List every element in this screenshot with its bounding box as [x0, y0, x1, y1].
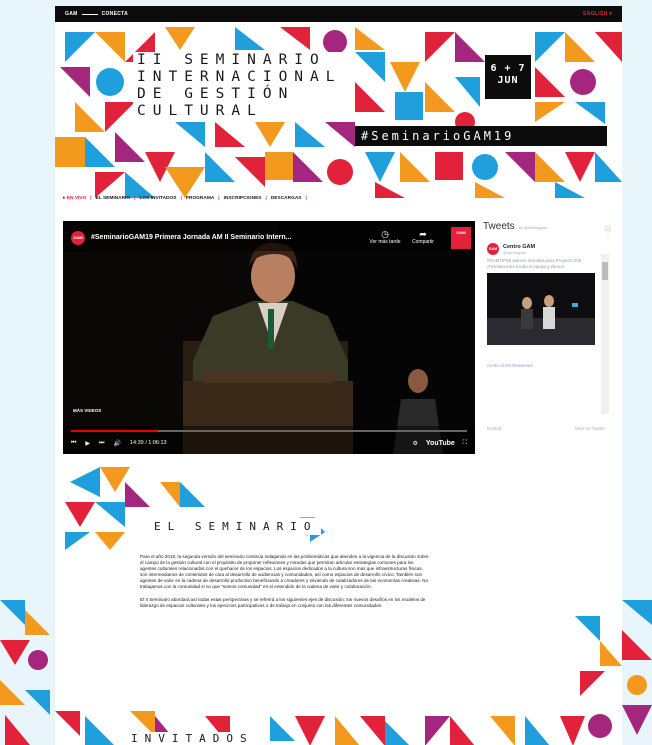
- nav-separator: |: [134, 196, 136, 201]
- bottom-pattern: [55, 616, 622, 745]
- nav-separator: |: [218, 196, 220, 201]
- nav-item-descargas[interactable]: DESCARGAS: [271, 196, 302, 201]
- retweet-label: Centro GAM Retweeted: [487, 363, 533, 368]
- fullscreen-icon[interactable]: ⛶: [463, 440, 467, 447]
- date-month: JUN: [497, 75, 519, 86]
- nav-item-los-invitados[interactable]: LOS INVITADOS: [139, 196, 176, 201]
- title-line-4: CULTURAL: [137, 103, 263, 119]
- tweet-user-handle: @centrogam: [503, 249, 526, 255]
- video-player[interactable]: GAM #SeminarioGAM19 Primera Jornada AM I…: [63, 221, 475, 454]
- nav-item-en-vivo[interactable]: ▸ EN VIVO: [63, 196, 86, 201]
- sponsor-text: GAM: [456, 230, 466, 235]
- date-days: 6 + 7: [490, 63, 526, 74]
- scroll-thumb[interactable]: [602, 262, 608, 280]
- nav-item-el-seminario[interactable]: EL SEMINARIO: [96, 196, 131, 201]
- tweet-text: #GAMTIPS5 autores invitados para Proyect…: [487, 258, 583, 269]
- youtube-logo[interactable]: YouTube: [426, 440, 455, 447]
- gam-conecta-link[interactable]: GAM CONECTA: [65, 11, 128, 17]
- more-videos-label[interactable]: MÁS VIDEOS: [73, 408, 101, 413]
- settings-icon[interactable]: ⚙: [413, 440, 418, 447]
- title-line-1: II SEMINARIO: [137, 52, 326, 68]
- seminario-heading: EL SEMINARIO: [150, 518, 322, 535]
- video-title[interactable]: #SeminarioGAM19 Primera Jornada AM II Se…: [91, 234, 291, 241]
- nav-label: EN VIVO: [66, 196, 87, 201]
- left-margin-pattern: [0, 600, 50, 745]
- share-icon: ➦: [419, 229, 427, 239]
- channel-logo[interactable]: GAM: [71, 231, 85, 245]
- invitados-heading: INVITADOS: [125, 732, 260, 745]
- seminar-title: II SEMINARIO INTERNACIONAL DE GESTIÓN CU…: [133, 52, 348, 120]
- next-icon[interactable]: ⏭: [99, 440, 104, 447]
- right-margin-pattern: [622, 600, 652, 735]
- seminario-pattern: [65, 467, 325, 550]
- tweets-by[interactable]: by @centrogam: [519, 225, 547, 230]
- title-line-2: INTERNACIONAL: [137, 69, 342, 85]
- view-on-twitter-link[interactable]: View on Twitter: [575, 426, 605, 431]
- video-frame: [63, 221, 475, 454]
- share-button[interactable]: ➦ Compartir: [406, 229, 440, 245]
- tweets-header: Tweets by @centrogam: [483, 221, 617, 232]
- clock-icon: ◷: [381, 229, 389, 239]
- nav-item-programa[interactable]: PROGRAMA: [186, 196, 215, 201]
- share-label: Compartir: [412, 239, 434, 245]
- language-switch[interactable]: ENGLISH ▾: [583, 11, 612, 17]
- time-display: 14:39 / 1:06:13: [129, 440, 167, 446]
- paragraph-1: Para el año 2019, la segunda versión del…: [140, 554, 429, 590]
- date-badge: 6 + 7 JUN: [485, 55, 531, 99]
- banner: II SEMINARIO INTERNACIONAL DE GESTIÓN CU…: [55, 22, 622, 198]
- tweets-footer: Embed View on Twitter: [487, 426, 605, 431]
- tweet-user-name: Centro GAM: [503, 243, 536, 250]
- tweet-photo: [487, 273, 595, 345]
- watch-later-button[interactable]: ◷ Ver más tarde: [368, 229, 402, 245]
- tweet-image[interactable]: [487, 273, 595, 345]
- brand-left: GAM: [65, 11, 78, 17]
- play-icon[interactable]: ▶: [85, 440, 90, 447]
- player-controls: ⏮ ▶ ⏭ 🔊 14:39 / 1:06:13 ⚙ YouTube ⛶: [71, 436, 467, 450]
- nav-separator: |: [90, 196, 92, 201]
- tweets-title: Tweets: [483, 221, 515, 232]
- tweets-scrollbar[interactable]: [601, 254, 609, 414]
- brand-right: CONECTA: [101, 11, 129, 17]
- nav-separator: |: [180, 196, 182, 201]
- top-bar: GAM CONECTA ENGLISH ▾: [55, 6, 622, 22]
- progress-bar[interactable]: [71, 430, 467, 432]
- avatar: GAM: [487, 243, 499, 255]
- language-label: ENGLISH: [583, 11, 608, 17]
- hashtag: #SeminarioGAM19: [355, 126, 607, 146]
- twitter-widget: Tweets by @centrogam ⓘ GAM Centro GAM @c…: [483, 221, 617, 421]
- volume-icon[interactable]: 🔊: [113, 440, 120, 447]
- brand-dash: [81, 13, 98, 15]
- info-icon[interactable]: ⓘ: [605, 225, 611, 234]
- main-nav: ▸ EN VIVO | EL SEMINARIO | LOS INVITADOS…: [63, 196, 307, 201]
- tweet-card[interactable]: GAM Centro GAM @centrogam #GAMTIPS5 auto…: [487, 243, 605, 413]
- nav-separator: |: [265, 196, 267, 201]
- sponsor-badge: GAM: [451, 227, 471, 249]
- watch-later-label: Ver más tarde: [369, 239, 401, 245]
- previous-icon[interactable]: ⏮: [71, 440, 76, 447]
- title-line-3: DE GESTIÓN: [137, 86, 295, 102]
- page: GAM CONECTA ENGLISH ▾ II SEMINARIO INTER…: [55, 6, 622, 745]
- progress-fill: [71, 430, 159, 432]
- tweet-user[interactable]: GAM Centro GAM @centrogam: [487, 243, 605, 255]
- nav-separator: |: [305, 196, 307, 201]
- embed-link[interactable]: Embed: [487, 426, 501, 431]
- nav-item-inscripciones[interactable]: INSCRIPCIONES: [224, 196, 262, 201]
